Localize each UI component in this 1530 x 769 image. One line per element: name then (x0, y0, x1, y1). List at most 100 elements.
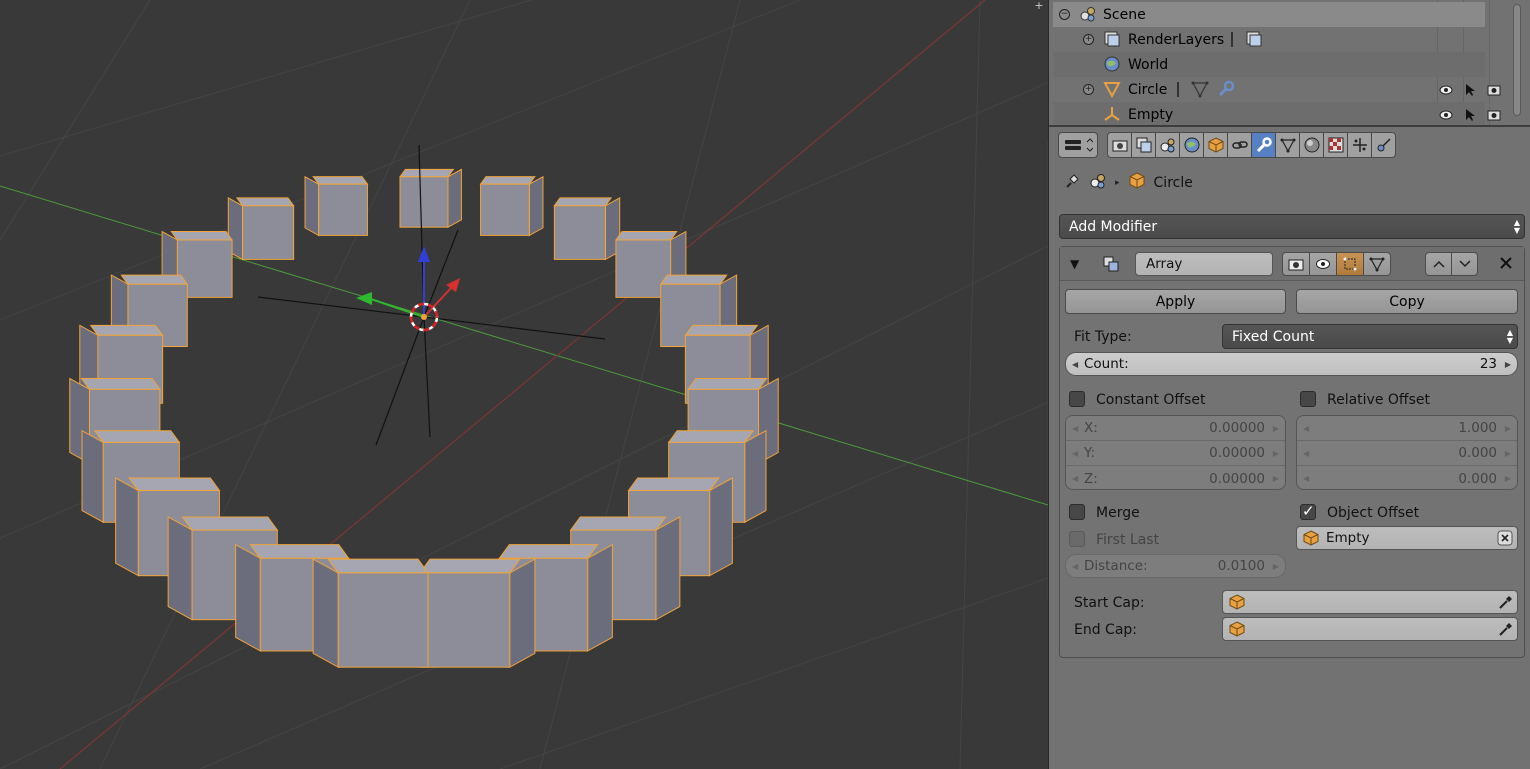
end-cap-field[interactable] (1222, 617, 1518, 641)
decrement-arrow-icon[interactable]: ◀ (1303, 424, 1309, 433)
area-split-icon[interactable]: + (1032, 0, 1046, 12)
decrement-arrow-icon[interactable]: ◀ (1072, 424, 1078, 433)
merge-distance-field[interactable]: ◀ Distance: 0.0100 ▶ (1065, 554, 1286, 578)
increment-arrow-icon[interactable]: ▶ (1505, 424, 1511, 433)
scene-icon (1079, 5, 1097, 23)
renderability-camera-icon[interactable] (1487, 83, 1501, 97)
outliner-row-renderlayers[interactable]: + RenderLayers (1053, 27, 1485, 52)
relative-offset-y-field[interactable]: ◀ 0.000 ▶ (1297, 441, 1517, 466)
array-cube[interactable] (479, 175, 544, 237)
outliner-row-circle[interactable]: + Circle (1053, 77, 1485, 102)
tab-scene[interactable] (1155, 132, 1180, 158)
clear-field-icon[interactable] (1497, 530, 1513, 550)
array-cube[interactable] (399, 168, 462, 229)
copy-button[interactable]: Copy (1296, 289, 1518, 314)
increment-arrow-icon[interactable]: ▶ (1505, 449, 1511, 458)
merge-checkbox[interactable] (1069, 504, 1085, 520)
tab-modifiers[interactable] (1251, 132, 1276, 158)
properties-tabs (1058, 132, 1396, 158)
increment-arrow-icon[interactable]: ▶ (1505, 474, 1511, 483)
relative-offset-z-field[interactable]: ◀ 0.000 ▶ (1297, 466, 1517, 489)
fit-type-dropdown[interactable]: Fixed Count ▲ ▼ (1222, 324, 1518, 349)
pin-icon[interactable] (1063, 172, 1081, 194)
tab-mesh-data[interactable] (1275, 132, 1300, 158)
array-modifier-icon (1102, 255, 1120, 277)
constant-offset-checkbox[interactable] (1069, 391, 1085, 407)
edit-mode-toggle-button[interactable] (1336, 252, 1364, 276)
outliner-row-scene[interactable]: − Scene (1053, 2, 1485, 27)
array-cube[interactable] (312, 558, 430, 669)
wrench-icon[interactable] (1217, 80, 1235, 98)
collapse-icon[interactable]: − (1059, 9, 1070, 20)
outliner-row-world[interactable]: World (1053, 52, 1485, 77)
renderability-camera-icon[interactable] (1487, 108, 1501, 122)
relative-offset-x-field[interactable]: ◀ 1.000 ▶ (1297, 416, 1517, 441)
decrement-arrow-icon[interactable]: ◀ (1303, 449, 1309, 458)
outliner-scrollbar[interactable] (1513, 4, 1521, 116)
increment-arrow-icon[interactable]: ▶ (1273, 424, 1279, 433)
selectability-cursor-icon[interactable] (1463, 108, 1477, 122)
apply-button[interactable]: Apply (1065, 289, 1286, 314)
eyedropper-icon[interactable] (1497, 594, 1513, 614)
tab-particles[interactable] (1347, 132, 1372, 158)
move-down-button[interactable] (1451, 252, 1478, 276)
tab-texture[interactable] (1323, 132, 1348, 158)
array-cube[interactable] (553, 197, 621, 261)
constant-offset-z-field[interactable]: ◀ Z: 0.00000 ▶ (1066, 466, 1285, 489)
relative-offset-checkbox[interactable] (1300, 391, 1316, 407)
viewport-display-toggle-button[interactable] (1309, 252, 1337, 276)
eyedropper-icon[interactable] (1497, 621, 1513, 641)
editor-type-button[interactable] (1058, 132, 1098, 158)
manipulator-x-axis (423, 286, 453, 318)
tab-object[interactable] (1203, 132, 1228, 158)
object-cube-icon (1128, 172, 1146, 194)
tab-world[interactable] (1179, 132, 1204, 158)
array-cube[interactable] (227, 197, 295, 261)
origin-dot (421, 314, 427, 320)
collapse-triangle-icon[interactable]: ▼ (1070, 257, 1079, 271)
tab-physics[interactable] (1371, 132, 1396, 158)
renderlayer-icon[interactable] (1245, 30, 1263, 48)
tab-material[interactable] (1299, 132, 1324, 158)
visibility-eye-icon[interactable] (1439, 83, 1453, 97)
outliner-row-empty[interactable]: Empty (1053, 102, 1485, 127)
array-cube[interactable] (304, 175, 369, 237)
object-offset-field[interactable]: Empty (1296, 526, 1518, 550)
decrement-arrow-icon[interactable]: ◀ (1072, 562, 1078, 571)
viewport-canvas[interactable] (0, 0, 1048, 769)
expand-icon[interactable]: + (1083, 84, 1094, 95)
count-field[interactable]: ◀ Count: 23 ▶ (1065, 352, 1518, 376)
expand-icon[interactable]: + (1083, 34, 1094, 45)
render-toggle-button[interactable] (1282, 252, 1310, 276)
mesh-data-icon[interactable] (1191, 80, 1209, 98)
visibility-eye-icon[interactable] (1439, 108, 1453, 122)
decrement-arrow-icon[interactable]: ◀ (1072, 360, 1078, 369)
decrement-arrow-icon[interactable]: ◀ (1303, 474, 1309, 483)
decrement-arrow-icon[interactable]: ◀ (1072, 449, 1078, 458)
tab-render[interactable] (1107, 132, 1132, 158)
close-icon[interactable] (1497, 254, 1515, 272)
breadcrumb: ▸ Circle (1063, 172, 1193, 194)
increment-arrow-icon[interactable]: ▶ (1273, 474, 1279, 483)
axis-label: Z: (1084, 470, 1098, 487)
move-up-button[interactable] (1425, 252, 1452, 276)
dropdown-arrows-icon: ▲ ▼ (1513, 217, 1520, 235)
constant-offset-x-field[interactable]: ◀ X: 0.00000 ▶ (1066, 416, 1285, 441)
first-last-checkbox[interactable] (1069, 531, 1085, 547)
3d-viewport[interactable]: + (0, 0, 1048, 769)
increment-arrow-icon[interactable]: ▶ (1505, 360, 1511, 369)
start-cap-field[interactable] (1222, 590, 1518, 614)
constant-offset-y-field[interactable]: ◀ Y: 0.00000 ▶ (1066, 441, 1285, 466)
selectability-cursor-icon[interactable] (1463, 83, 1477, 97)
object-offset-checkbox[interactable]: ✓ (1300, 502, 1316, 520)
area-divider[interactable] (1049, 125, 1530, 127)
add-modifier-dropdown[interactable]: Add Modifier ▲ ▼ (1059, 214, 1525, 239)
modifier-name-field[interactable]: Array (1135, 252, 1273, 276)
increment-arrow-icon[interactable]: ▶ (1273, 449, 1279, 458)
decrement-arrow-icon[interactable]: ◀ (1072, 474, 1078, 483)
tab-render-layers[interactable] (1131, 132, 1156, 158)
array-cube[interactable] (418, 558, 536, 669)
increment-arrow-icon[interactable]: ▶ (1273, 562, 1279, 571)
tab-constraints[interactable] (1227, 132, 1252, 158)
cage-toggle-button[interactable] (1363, 252, 1391, 276)
